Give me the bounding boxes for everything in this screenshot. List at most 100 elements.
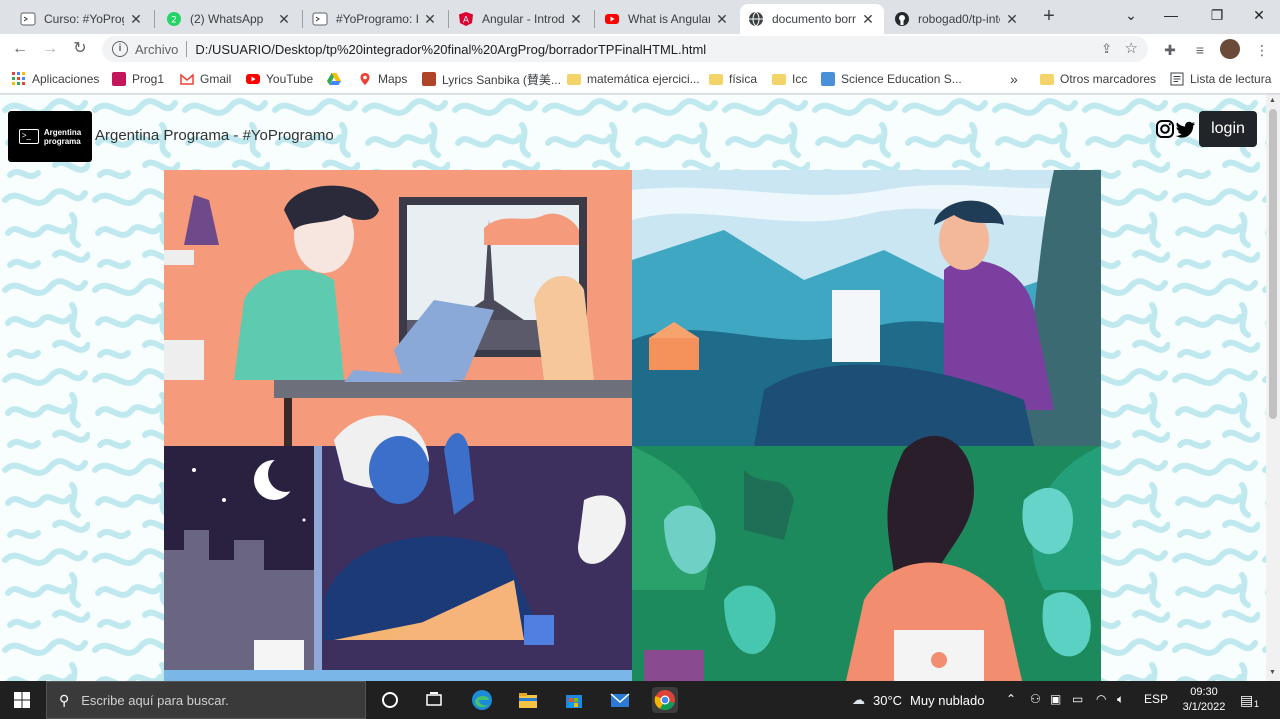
- cortana-icon[interactable]: [377, 687, 403, 713]
- bookmark-star-icon[interactable]: ☆: [1125, 39, 1138, 57]
- tab-what-is-angular[interactable]: What is Angular? ✕: [596, 4, 738, 34]
- notification-count: 1: [1254, 699, 1260, 709]
- microsoft-store-icon[interactable]: [561, 687, 587, 713]
- bookmark-maps[interactable]: Maps: [358, 71, 407, 87]
- site-logo[interactable]: >_ Argentina programa: [8, 111, 92, 162]
- task-view-icon[interactable]: [421, 687, 447, 713]
- search-icon: ⚲: [59, 691, 70, 708]
- media-queue-icon[interactable]: ≡: [1190, 40, 1210, 60]
- bookmark-label: física: [729, 72, 758, 86]
- close-icon[interactable]: ✕: [422, 11, 438, 28]
- reload-icon[interactable]: ↻: [68, 38, 92, 60]
- tab-github[interactable]: robogad0/tp-integrador ✕: [886, 4, 1028, 34]
- tab-angular[interactable]: A Angular - Introduction ✕: [450, 4, 592, 34]
- apps-grid-icon: [12, 72, 26, 86]
- bookmark-lyrics[interactable]: Lyrics Sanbika (賛美...: [422, 71, 561, 87]
- back-arrow-icon[interactable]: ←: [8, 38, 32, 60]
- address-bar[interactable]: i Archivo D:/USUARIO/Desktop/tp%20integr…: [102, 36, 1148, 62]
- share-icon[interactable]: ⇪: [1101, 41, 1112, 57]
- info-icon[interactable]: i: [112, 41, 128, 57]
- close-icon[interactable]: ✕: [568, 11, 584, 28]
- tab-title: documento borrador: [772, 12, 856, 26]
- language-indicator[interactable]: ESP: [1144, 692, 1168, 706]
- edge-icon[interactable]: [469, 687, 495, 713]
- login-button[interactable]: login: [1199, 111, 1257, 147]
- bookmark-label: Icc: [792, 72, 808, 86]
- twitter-icon[interactable]: [1176, 119, 1196, 139]
- file-explorer-icon[interactable]: [515, 687, 541, 713]
- close-icon[interactable]: ✕: [714, 11, 730, 28]
- page-scrollbar[interactable]: ▲ ▼: [1266, 95, 1280, 681]
- notifications-icon[interactable]: ▤: [1240, 692, 1253, 709]
- profile-avatar[interactable]: [1220, 39, 1240, 59]
- tab-yoprogramo[interactable]: #YoProgramo: Introducción ✕: [304, 4, 446, 34]
- bookmark-prog1[interactable]: Prog1: [112, 71, 164, 87]
- windows-start-icon[interactable]: [14, 692, 30, 708]
- folder-icon: [709, 73, 723, 85]
- close-window-button[interactable]: ✕: [1236, 0, 1280, 32]
- unlam-icon: [112, 72, 126, 86]
- tab-curso[interactable]: Curso: #YoProgramo ✕: [12, 4, 152, 34]
- bookmark-youtube[interactable]: YouTube: [246, 71, 313, 87]
- cloud-icon: ☁: [852, 692, 865, 707]
- instagram-icon[interactable]: [1155, 119, 1175, 139]
- network-icon[interactable]: ▣: [1050, 692, 1061, 706]
- bookmark-fisica[interactable]: física: [709, 71, 757, 87]
- minimize-button[interactable]: —: [1148, 0, 1194, 32]
- bookmark-label: YouTube: [266, 72, 314, 86]
- folder-icon: [772, 73, 786, 85]
- bookmark-drive[interactable]: [327, 71, 347, 87]
- terminal-icon: [20, 11, 36, 27]
- bookmark-label: matemática ejercici...: [587, 72, 700, 86]
- close-icon[interactable]: ✕: [1004, 11, 1020, 28]
- scroll-up-icon[interactable]: ▲: [1269, 97, 1276, 104]
- scroll-down-icon[interactable]: ▼: [1269, 669, 1276, 676]
- extensions-puzzle-icon[interactable]: ✚: [1160, 40, 1180, 60]
- bookmark-apps[interactable]: Aplicaciones: [12, 71, 99, 87]
- tab-documento-borrador[interactable]: documento borrador ✕: [740, 4, 884, 34]
- whatsapp-icon: 2: [166, 11, 182, 27]
- close-icon[interactable]: ✕: [276, 11, 292, 28]
- globe-icon: [748, 11, 764, 27]
- people-icon[interactable]: ⚇: [1030, 692, 1041, 706]
- site-title: Argentina Programa - #YoProgramo: [95, 127, 334, 144]
- close-icon[interactable]: ✕: [860, 11, 876, 28]
- browser-toolbar: ← → ↻ i Archivo D:/USUARIO/Desktop/tp%20…: [0, 34, 1280, 64]
- science-icon: [821, 72, 835, 86]
- folder-icon: [1040, 73, 1054, 85]
- gmail-icon: [180, 72, 194, 86]
- tab-title: What is Angular?: [628, 12, 710, 26]
- volume-icon[interactable]: 🔈︎: [1117, 692, 1124, 707]
- address-url[interactable]: D:/USUARIO/Desktop/tp%20integrador%20fin…: [195, 42, 706, 57]
- battery-icon[interactable]: ▭: [1072, 692, 1083, 706]
- weather-widget[interactable]: ☁ 30°C Muy nublado: [852, 692, 985, 708]
- bookmark-science[interactable]: Science Education S...: [821, 71, 962, 87]
- reading-list-button[interactable]: Lista de lectura: [1170, 71, 1271, 87]
- clock-date: 3/1/2022: [1182, 701, 1226, 713]
- bookmark-matematica[interactable]: matemática ejercici...: [567, 71, 700, 87]
- taskbar-search[interactable]: ⚲ Escribe aquí para buscar.: [46, 681, 366, 719]
- bookmark-label: Lista de lectura: [1190, 72, 1272, 86]
- menu-kebab-icon[interactable]: ⋮: [1252, 40, 1272, 60]
- close-icon[interactable]: ✕: [128, 11, 144, 28]
- new-tab-button[interactable]: +: [1038, 6, 1060, 28]
- tray-chevron-icon[interactable]: ⌃: [1006, 692, 1016, 706]
- bookmark-label: Otros marcadores: [1060, 72, 1157, 86]
- tab-whatsapp[interactable]: 2 (2) WhatsApp ✕: [158, 4, 300, 34]
- bookmark-gmail[interactable]: Gmail: [180, 71, 231, 87]
- restore-button[interactable]: ❐: [1194, 0, 1240, 32]
- bookmark-icc[interactable]: Icc: [772, 71, 807, 87]
- mail-icon[interactable]: [607, 687, 633, 713]
- chrome-icon[interactable]: [652, 687, 678, 713]
- wifi-icon[interactable]: ◠: [1096, 692, 1106, 706]
- bookmark-other[interactable]: Otros marcadores: [1040, 71, 1156, 87]
- forward-arrow-icon[interactable]: →: [38, 38, 62, 60]
- clock[interactable]: 09:30 3/1/2022: [1178, 685, 1230, 715]
- youtube-icon: [604, 11, 620, 27]
- bookmark-label: Prog1: [132, 72, 165, 86]
- bookmarks-overflow-button[interactable]: »: [1010, 71, 1018, 87]
- scroll-thumb[interactable]: [1269, 109, 1277, 419]
- weather-temp: 30°C: [873, 692, 903, 708]
- maps-icon: [358, 72, 372, 86]
- svg-text:A: A: [463, 16, 470, 26]
